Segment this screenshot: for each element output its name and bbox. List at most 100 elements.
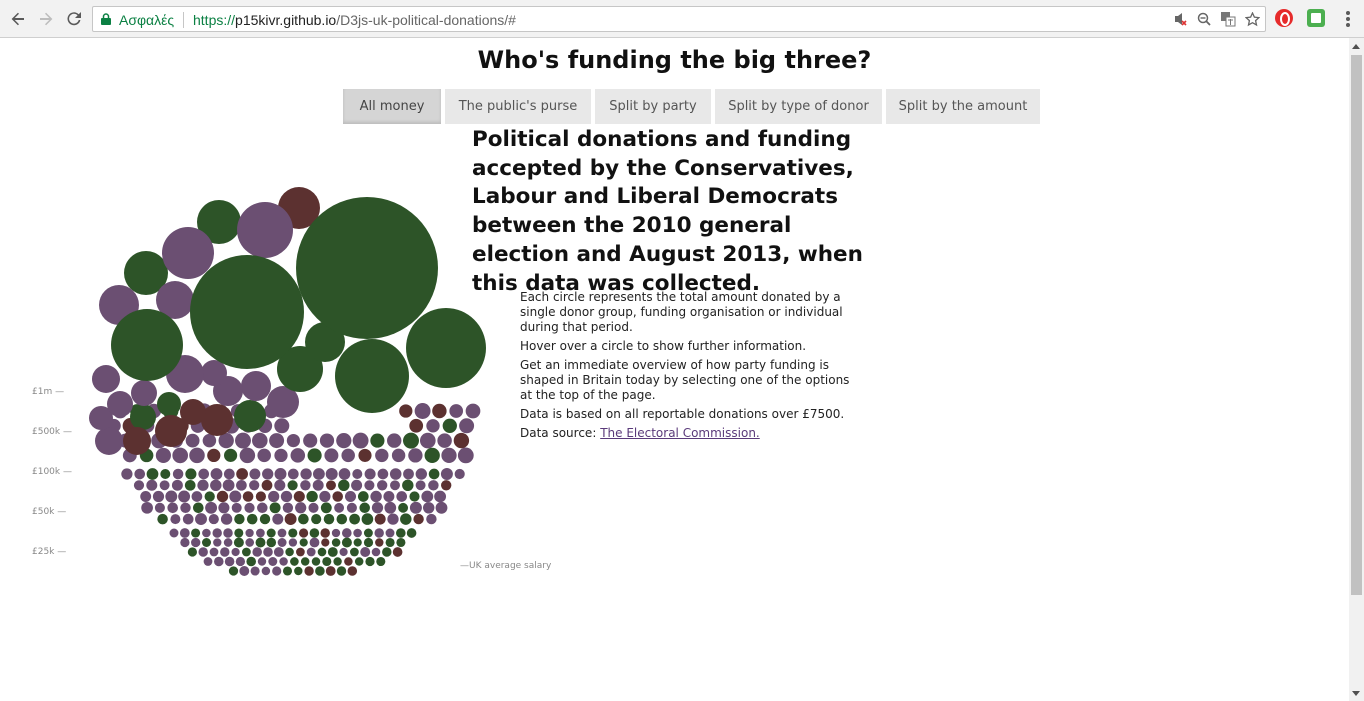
donor-bubble[interactable] [409, 491, 420, 502]
donor-bubble[interactable] [111, 309, 183, 381]
donor-bubble[interactable] [354, 557, 364, 566]
donor-bubble[interactable] [241, 371, 271, 401]
donor-bubble[interactable] [358, 448, 372, 462]
donor-bubble[interactable] [403, 468, 414, 480]
donor-bubble[interactable] [286, 434, 300, 448]
donor-bubble[interactable] [415, 480, 426, 491]
donor-bubble[interactable] [440, 468, 453, 480]
donor-bubble[interactable] [198, 547, 208, 557]
donor-bubble[interactable] [290, 557, 299, 566]
donor-bubble[interactable] [326, 480, 336, 491]
donor-bubble[interactable] [213, 538, 222, 547]
donor-bubble[interactable] [252, 432, 268, 449]
donor-bubble[interactable] [205, 501, 218, 514]
donor-bubble[interactable] [415, 468, 427, 480]
donor-bubble[interactable] [223, 528, 233, 538]
donor-bubble[interactable] [179, 528, 190, 538]
donor-bubble[interactable] [212, 528, 222, 538]
donor-bubble[interactable] [288, 538, 298, 547]
donor-bubble[interactable] [296, 197, 438, 339]
donor-bubble[interactable] [322, 556, 332, 567]
donor-bubble[interactable] [220, 547, 230, 557]
donor-bubble[interactable] [272, 513, 284, 525]
donor-bubble[interactable] [325, 468, 338, 480]
donor-bubble[interactable] [312, 479, 324, 491]
donor-bubble[interactable] [107, 391, 133, 417]
donor-bubble[interactable] [295, 502, 307, 514]
donor-bubble[interactable] [285, 547, 294, 557]
donor-bubble[interactable] [465, 403, 481, 419]
tab-split-by-amount[interactable]: Split by the amount [886, 89, 1040, 124]
donor-bubble[interactable] [428, 480, 439, 491]
donor-bubble[interactable] [223, 468, 235, 480]
donor-bubble[interactable] [363, 537, 374, 548]
donor-bubble[interactable] [202, 528, 211, 538]
donor-bubble[interactable] [336, 566, 347, 576]
donor-bubble[interactable] [159, 480, 170, 491]
donor-bubble[interactable] [131, 380, 157, 406]
donor-bubble[interactable] [262, 468, 274, 480]
donor-bubble[interactable] [214, 556, 224, 567]
donor-bubble[interactable] [207, 448, 221, 463]
donor-bubble[interactable] [204, 491, 215, 502]
donor-bubble[interactable] [400, 513, 412, 525]
donor-bubble[interactable] [288, 528, 298, 538]
donor-bubble[interactable] [222, 479, 235, 492]
donor-bubble[interactable] [374, 528, 384, 538]
opera-extension-icon[interactable] [1275, 9, 1293, 27]
donor-bubble[interactable] [155, 415, 187, 447]
donor-bubble[interactable] [189, 447, 205, 464]
donor-bubble[interactable] [402, 479, 414, 492]
donor-bubble[interactable] [341, 448, 355, 463]
donor-bubble[interactable] [306, 547, 316, 557]
donor-bubble[interactable] [261, 479, 273, 491]
donor-bubble[interactable] [335, 339, 409, 413]
donor-bubble[interactable] [299, 538, 308, 547]
donor-bubble[interactable] [382, 547, 392, 557]
donor-bubble[interactable] [437, 433, 452, 448]
donor-bubble[interactable] [304, 566, 314, 576]
donor-bubble[interactable] [191, 528, 201, 538]
donor-bubble[interactable] [346, 502, 357, 513]
scroll-down-icon[interactable] [1352, 691, 1360, 696]
donor-bubble[interactable] [364, 468, 376, 480]
donor-bubble[interactable] [261, 566, 271, 576]
donor-bubble[interactable] [353, 538, 362, 547]
donor-bubble[interactable] [434, 490, 447, 503]
donor-bubble[interactable] [409, 418, 424, 433]
donor-bubble[interactable] [277, 528, 287, 538]
donor-bubble[interactable] [244, 502, 255, 513]
donor-bubble[interactable] [245, 538, 255, 547]
donor-bubble[interactable] [392, 547, 403, 557]
donor-bubble[interactable] [235, 432, 251, 449]
donor-bubble[interactable] [300, 480, 311, 491]
donor-bubble[interactable] [309, 528, 320, 538]
donor-bubble[interactable] [344, 490, 357, 503]
donor-bubble[interactable] [252, 547, 262, 557]
donor-bubble[interactable] [454, 468, 465, 480]
donor-bubble[interactable] [395, 528, 406, 538]
donor-bubble[interactable] [303, 433, 318, 448]
green-extension-icon[interactable] [1307, 9, 1325, 27]
donor-bubble[interactable] [162, 227, 214, 279]
donor-bubble[interactable] [203, 557, 213, 566]
donor-bubble[interactable] [277, 538, 287, 547]
donor-bubble[interactable] [426, 513, 437, 525]
donor-bubble[interactable] [312, 468, 325, 480]
donor-bubble[interactable] [287, 480, 298, 491]
donor-bubble[interactable] [268, 490, 280, 503]
donor-bubble[interactable] [390, 480, 400, 491]
donor-bubble[interactable] [263, 547, 273, 557]
donor-bubble[interactable] [273, 547, 284, 557]
donor-bubble[interactable] [257, 448, 271, 463]
donor-bubble[interactable] [180, 537, 190, 548]
donor-bubble[interactable] [319, 433, 335, 448]
forward-icon[interactable] [34, 7, 58, 31]
donor-bubble[interactable] [325, 566, 336, 576]
donor-bubble[interactable] [140, 491, 152, 502]
donor-bubble[interactable] [426, 419, 440, 433]
zoom-out-icon[interactable] [1195, 10, 1213, 28]
donor-bubble[interactable] [365, 556, 375, 567]
donor-bubble[interactable] [201, 360, 227, 386]
donor-bubble[interactable] [320, 528, 330, 538]
